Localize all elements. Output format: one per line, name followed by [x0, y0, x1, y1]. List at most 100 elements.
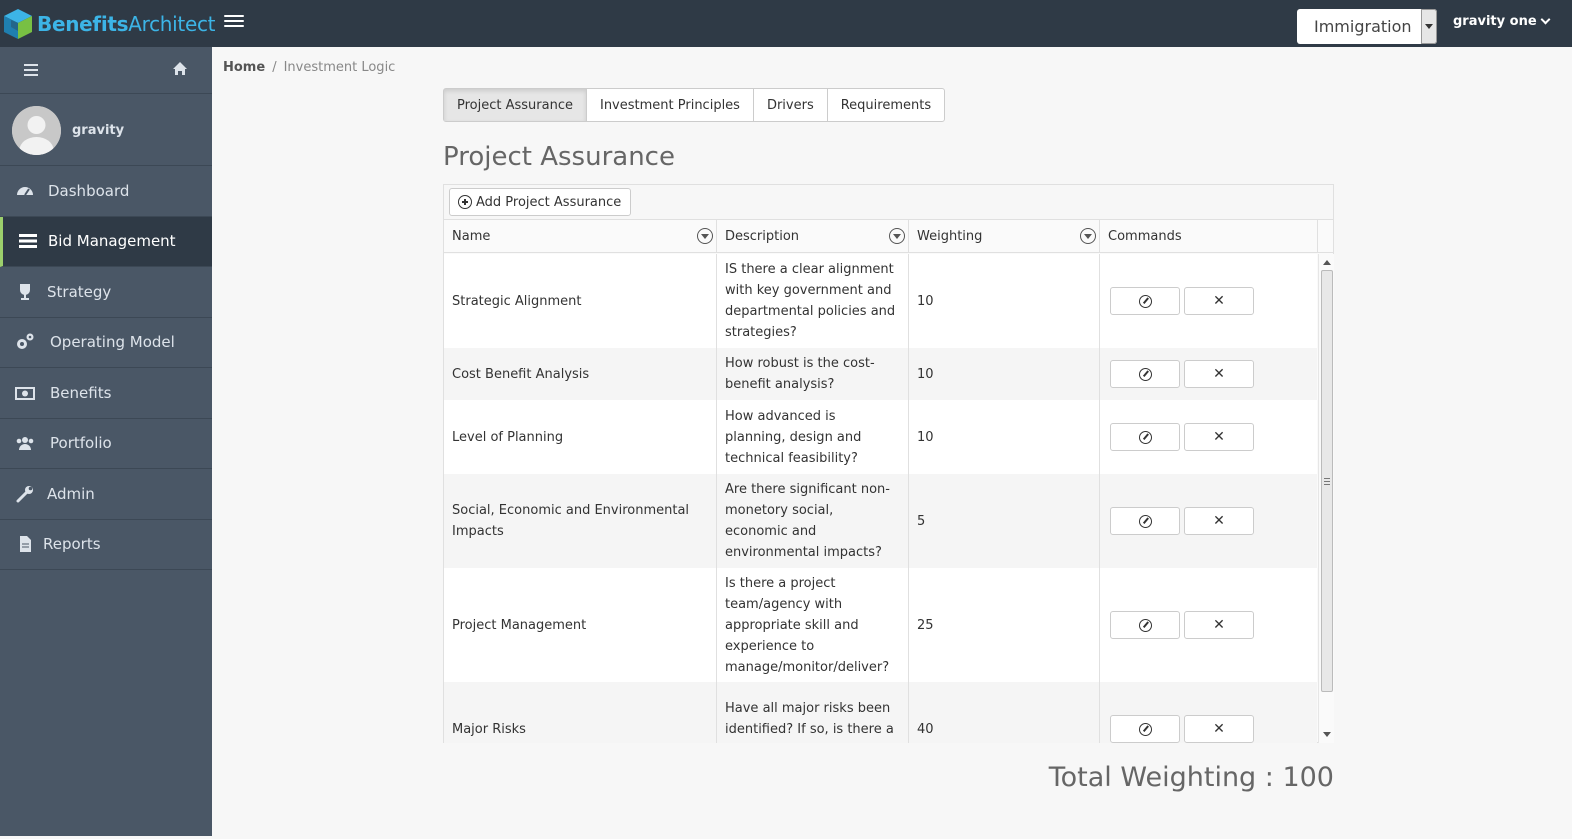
- table-row[interactable]: Project Management Is there a project te…: [444, 568, 1317, 682]
- sidebar-item-admin[interactable]: Admin: [0, 469, 212, 520]
- column-header-label: Commands: [1108, 229, 1182, 244]
- cell-name: Strategic Alignment: [444, 254, 717, 348]
- breadcrumb-home[interactable]: Home: [223, 60, 265, 75]
- grid-scrollbar[interactable]: [1318, 254, 1334, 743]
- cell-weighting: 25: [909, 568, 1100, 682]
- column-header-label: Weighting: [917, 229, 983, 244]
- sidebar-item-label: Portfolio: [50, 434, 112, 453]
- cell-name: Cost Benefit Analysis: [444, 348, 717, 400]
- sidebar-item-label: Bid Management: [48, 232, 176, 251]
- sidebar-item-operating-model[interactable]: Operating Model: [0, 318, 212, 368]
- close-icon: ✕: [1213, 366, 1225, 382]
- scroll-down-icon[interactable]: [1323, 732, 1331, 737]
- edit-button[interactable]: [1110, 507, 1180, 535]
- edit-icon: [1138, 367, 1152, 381]
- delete-button[interactable]: ✕: [1184, 715, 1254, 743]
- plus-circle-icon: [458, 195, 472, 209]
- edit-icon: [1138, 618, 1152, 632]
- cell-description: Are there significant non-monetory socia…: [717, 474, 909, 568]
- project-assurance-grid: Add Project Assurance Name Description W…: [443, 184, 1334, 743]
- filter-icon[interactable]: [1080, 228, 1096, 244]
- table-row[interactable]: Strategic Alignment IS there a clear ali…: [444, 254, 1317, 348]
- sidebar-item-bid-management[interactable]: Bid Management: [0, 216, 212, 267]
- avatar-silhouette-icon: [12, 106, 61, 155]
- sidebar: gravity Dashboard Bid Management Strateg…: [0, 47, 212, 836]
- filter-icon[interactable]: [697, 228, 713, 244]
- column-header-weighting[interactable]: Weighting: [909, 220, 1100, 253]
- close-icon: ✕: [1213, 293, 1225, 309]
- breadcrumb-separator: /: [272, 60, 277, 75]
- caret-down-icon[interactable]: [1421, 9, 1437, 44]
- delete-button[interactable]: ✕: [1184, 611, 1254, 639]
- user-menu-label: gravity one: [1453, 14, 1537, 29]
- tab-project-assurance[interactable]: Project Assurance: [444, 89, 587, 121]
- edit-button[interactable]: [1110, 287, 1180, 315]
- close-icon: ✕: [1213, 429, 1225, 445]
- table-row[interactable]: Social, Economic and Environmental Impac…: [444, 474, 1317, 568]
- delete-button[interactable]: ✕: [1184, 287, 1254, 315]
- sidebar-item-benefits[interactable]: Benefits: [0, 368, 212, 419]
- close-icon: ✕: [1213, 721, 1225, 737]
- add-project-assurance-button[interactable]: Add Project Assurance: [449, 188, 632, 216]
- sidebar-item-label: Admin: [47, 484, 95, 503]
- user-menu[interactable]: gravity one: [1453, 14, 1551, 29]
- edit-button[interactable]: [1110, 360, 1180, 388]
- main-menu-icon[interactable]: [224, 12, 244, 32]
- sidebar-item-dashboard[interactable]: Dashboard: [0, 166, 212, 217]
- file-icon: [20, 536, 31, 553]
- filter-icon[interactable]: [889, 228, 905, 244]
- edit-button[interactable]: [1110, 423, 1180, 451]
- sidebar-item-label: Reports: [43, 535, 101, 554]
- sidebar-toolbar: [0, 47, 212, 94]
- grid-toolbar: Add Project Assurance: [444, 185, 1333, 220]
- sidebar-item-reports[interactable]: Reports: [0, 520, 212, 570]
- cell-weighting: 5: [909, 474, 1100, 568]
- cell-weighting: 10: [909, 400, 1100, 474]
- wrench-icon: [16, 485, 33, 503]
- project-select[interactable]: Immigration: [1297, 9, 1437, 44]
- table-row[interactable]: Level of Planning How advanced is planni…: [444, 400, 1317, 474]
- page-title: Project Assurance: [443, 142, 675, 172]
- tab-drivers[interactable]: Drivers: [754, 89, 828, 121]
- cogs-icon: [17, 333, 34, 350]
- app-logo[interactable]: BenefitsArchitect: [0, 6, 216, 42]
- sidebar-item-label: Operating Model: [50, 333, 175, 352]
- delete-button[interactable]: ✕: [1184, 423, 1254, 451]
- sidebar-username: gravity: [72, 123, 125, 138]
- edit-button[interactable]: [1110, 715, 1180, 743]
- column-header-commands: Commands: [1100, 220, 1318, 253]
- table-row[interactable]: Major Risks Have all major risks been id…: [444, 682, 1317, 743]
- column-header-label: Description: [725, 229, 800, 244]
- scroll-up-icon[interactable]: [1323, 260, 1331, 265]
- tab-requirements[interactable]: Requirements: [828, 89, 944, 121]
- grid-header: Name Description Weighting Commands: [444, 220, 1333, 253]
- column-header-label: Name: [452, 229, 491, 244]
- tab-investment-principles[interactable]: Investment Principles: [587, 89, 754, 121]
- avatar: [12, 106, 61, 155]
- sidebar-item-portfolio[interactable]: Portfolio: [0, 419, 212, 469]
- delete-button[interactable]: ✕: [1184, 360, 1254, 388]
- add-button-label: Add Project Assurance: [476, 194, 622, 210]
- cell-name: Level of Planning: [444, 400, 717, 474]
- edit-icon: [1138, 514, 1152, 528]
- column-header-description[interactable]: Description: [717, 220, 909, 253]
- close-icon: ✕: [1213, 617, 1225, 633]
- edit-button[interactable]: [1110, 611, 1180, 639]
- table-row[interactable]: Cost Benefit Analysis How robust is the …: [444, 348, 1317, 400]
- scrollbar-thumb[interactable]: [1321, 270, 1333, 692]
- delete-button[interactable]: ✕: [1184, 507, 1254, 535]
- edit-icon: [1138, 294, 1152, 308]
- cell-commands: ✕: [1100, 348, 1317, 400]
- cell-description: How advanced is planning, design and tec…: [717, 400, 909, 474]
- sidebar-item-label: Strategy: [47, 282, 112, 301]
- trophy-icon: [20, 283, 30, 300]
- grid-body: Strategic Alignment IS there a clear ali…: [444, 254, 1317, 743]
- cell-commands: ✕: [1100, 400, 1317, 474]
- sidebar-toggle-icon[interactable]: [24, 64, 38, 79]
- tasks-icon: [19, 234, 37, 249]
- sidebar-item-strategy[interactable]: Strategy: [0, 267, 212, 318]
- column-header-name[interactable]: Name: [444, 220, 717, 253]
- home-icon[interactable]: [172, 61, 188, 77]
- sidebar-item-label: Dashboard: [48, 181, 130, 200]
- dashboard-icon: [17, 186, 33, 196]
